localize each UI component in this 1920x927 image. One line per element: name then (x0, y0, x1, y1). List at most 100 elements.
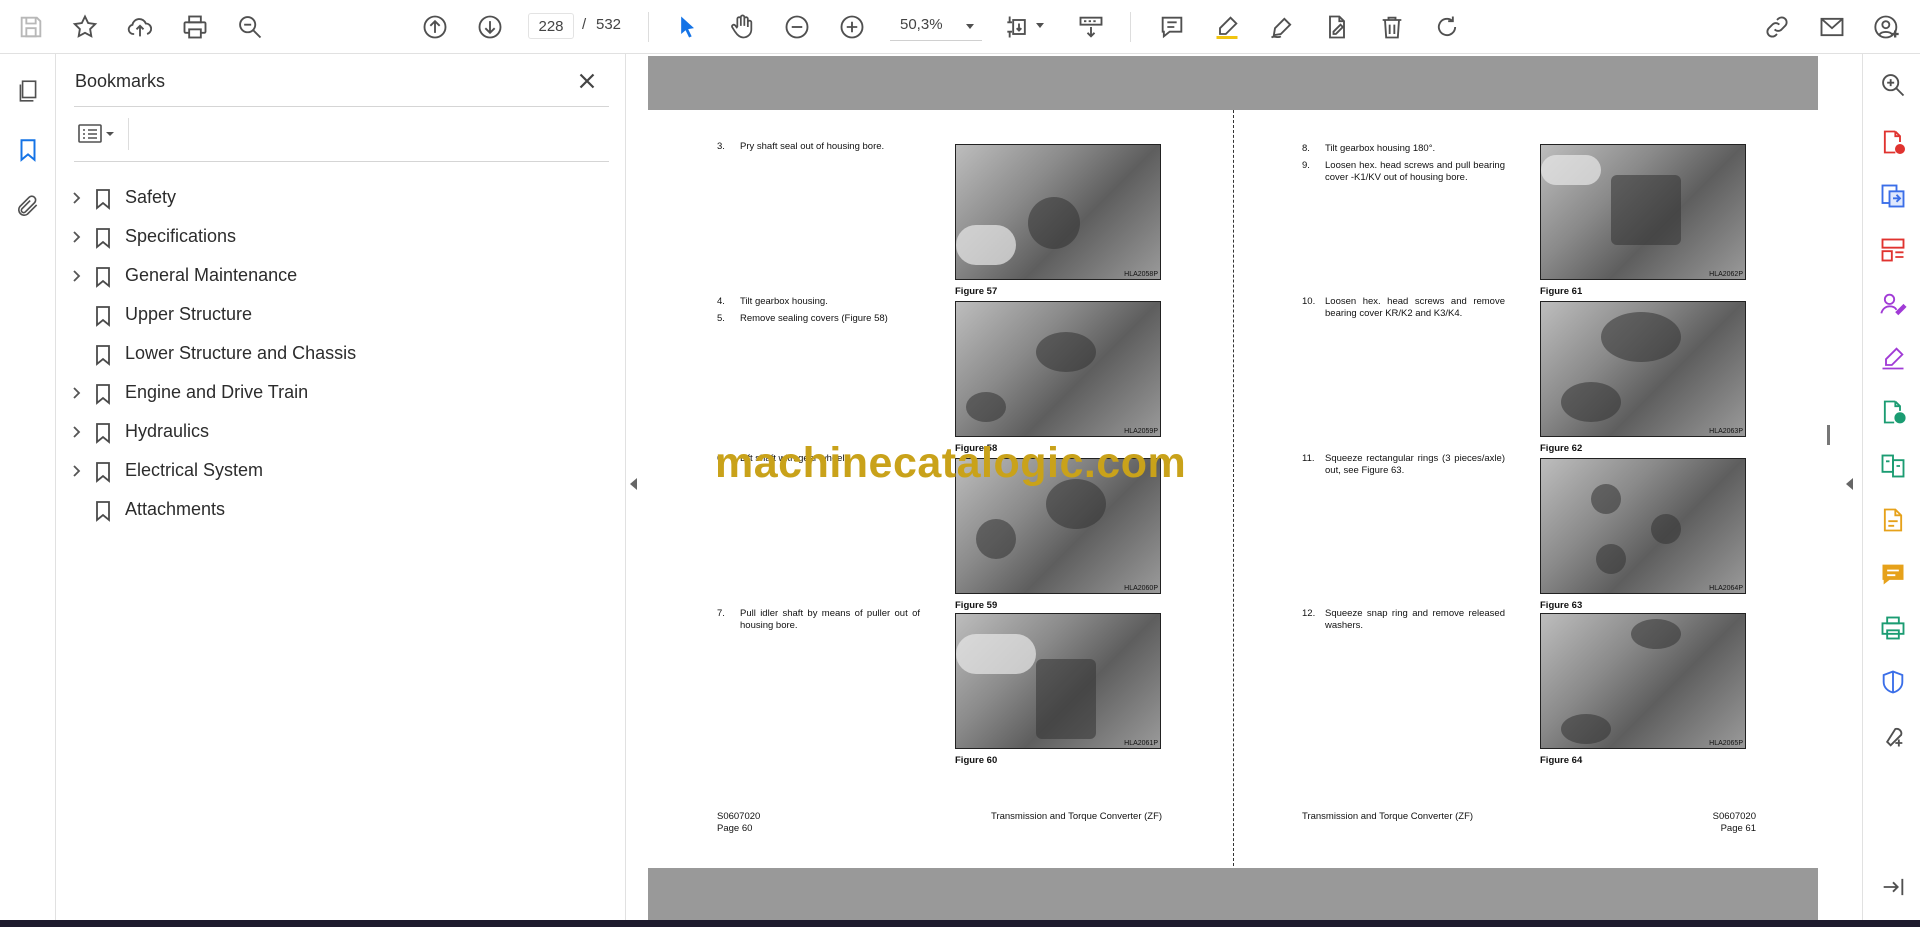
comment-icon[interactable] (1153, 8, 1191, 46)
attachments-paperclip-icon[interactable] (9, 187, 47, 225)
bookmark-icon (93, 500, 113, 522)
chevron-right-icon[interactable] (70, 425, 84, 439)
zoom-search-icon[interactable] (1878, 70, 1908, 100)
bookmark-icon (93, 383, 113, 405)
bookmark-icon (93, 227, 113, 249)
figure-caption: Figure 57 (955, 286, 998, 297)
bookmark-icon (93, 461, 113, 483)
right-tools-rail (1862, 54, 1920, 920)
comment-tool-icon[interactable] (1878, 559, 1908, 589)
scrollbar-thumb[interactable] (1827, 425, 1830, 445)
bookmark-options-button[interactable] (76, 120, 126, 148)
left-navigation-rail (0, 54, 56, 920)
hand-tool-icon[interactable] (723, 8, 761, 46)
account-icon[interactable] (1868, 8, 1906, 46)
print-production-icon[interactable] (1878, 613, 1908, 643)
save-icon[interactable] (12, 8, 50, 46)
bookmark-label: Hydraulics (125, 421, 210, 441)
email-icon[interactable] (1813, 8, 1851, 46)
zoom-in-icon[interactable] (833, 8, 871, 46)
page-separator: / (582, 16, 587, 33)
export-pdf-icon[interactable] (1878, 181, 1908, 211)
bookmark-label: Upper Structure (125, 304, 253, 324)
watermark-text: machinecatalogic.com (715, 439, 1187, 487)
taskbar-strip (0, 920, 1920, 927)
bookmark-star-icon[interactable] (66, 8, 104, 46)
bookmarks-panel-icon[interactable] (9, 131, 47, 169)
redo-icon[interactable] (1428, 8, 1466, 46)
bookmark-item[interactable]: Upper Structure (56, 297, 616, 333)
fill-and-sign-icon[interactable] (1878, 343, 1908, 373)
page-spread-divider (1233, 110, 1234, 866)
fill-sign-icon[interactable] (1318, 8, 1356, 46)
protect-shield-icon[interactable] (1878, 667, 1908, 697)
previous-page-icon[interactable] (416, 8, 454, 46)
close-icon[interactable] (574, 68, 600, 94)
upload-cloud-icon[interactable] (121, 8, 159, 46)
bookmark-item[interactable]: Electrical System (56, 453, 616, 489)
page-thumbnails-icon[interactable] (9, 72, 47, 110)
more-tools-icon[interactable] (1878, 721, 1908, 751)
bookmark-item[interactable]: Engine and Drive Train (56, 375, 616, 411)
next-page-icon[interactable] (471, 8, 509, 46)
share-link-icon[interactable] (1758, 8, 1796, 46)
request-signatures-icon[interactable] (1878, 289, 1908, 319)
toolbar-divider (1130, 12, 1131, 42)
list-options-icon (78, 124, 114, 143)
bookmark-item[interactable]: Safety (56, 180, 616, 216)
bookmark-icon (93, 266, 113, 288)
page-gutter-top (648, 56, 1818, 110)
send-for-review-icon[interactable] (1878, 397, 1908, 427)
panel-divider (74, 161, 609, 162)
bookmark-icon (93, 305, 113, 327)
bookmark-label: Lower Structure and Chassis (125, 343, 357, 363)
bookmark-item[interactable]: Attachments (56, 492, 616, 528)
chevron-right-icon[interactable] (70, 230, 84, 244)
figure-image: HLA2059P (955, 301, 1161, 437)
page-number-input[interactable]: 228 (528, 13, 574, 39)
chevron-down-icon (966, 24, 974, 29)
expand-panel-icon[interactable] (1878, 872, 1908, 902)
scroll-mode-icon[interactable] (1072, 8, 1110, 46)
chevron-right-icon[interactable] (70, 464, 84, 478)
bookmark-item[interactable]: Specifications (56, 219, 616, 255)
footer-document-number: S0607020 (717, 811, 761, 822)
zoom-dropdown[interactable]: 50,3% (890, 13, 982, 41)
bookmark-label: Engine and Drive Train (125, 382, 309, 402)
page-fit-icon[interactable] (1000, 8, 1044, 46)
footer-section-title: Transmission and Torque Converter (ZF) (1302, 811, 1474, 822)
bookmark-item[interactable]: General Maintenance (56, 258, 616, 294)
collapse-left-panel-icon[interactable] (630, 478, 637, 490)
toolbar-divider (648, 12, 649, 42)
create-pdf-icon[interactable] (1878, 127, 1908, 157)
figure-caption: Figure 64 (1540, 755, 1583, 766)
figure-image: HLA2061P (955, 613, 1161, 749)
delete-trash-icon[interactable] (1373, 8, 1411, 46)
bookmark-label: Safety (125, 187, 177, 207)
chevron-right-icon[interactable] (70, 191, 84, 205)
print-icon[interactable] (176, 8, 214, 46)
find-text-icon[interactable] (231, 8, 269, 46)
draw-pen-icon[interactable] (1263, 8, 1301, 46)
bookmark-icon (93, 422, 113, 444)
figure-caption: Figure 59 (955, 600, 998, 611)
footer-document-number: S0607020 (1712, 811, 1756, 822)
chevron-right-icon[interactable] (70, 269, 84, 283)
panel-divider (74, 106, 609, 107)
bookmark-label: Specifications (125, 226, 237, 246)
bookmark-item[interactable]: Lower Structure and Chassis (56, 336, 616, 372)
collapse-right-panel-icon[interactable] (1846, 478, 1853, 490)
bookmark-item[interactable]: Hydraulics (56, 414, 616, 450)
zoom-out-icon[interactable] (778, 8, 816, 46)
edit-pdf-icon[interactable] (1878, 505, 1908, 535)
footer-section-title: Transmission and Torque Converter (ZF) (991, 811, 1163, 822)
vertical-scrollbar[interactable] (1820, 56, 1838, 920)
highlight-pen-icon[interactable] (1208, 8, 1246, 46)
chevron-right-icon[interactable] (70, 386, 84, 400)
organize-pages-icon[interactable] (1878, 235, 1908, 265)
bookmarks-panel: Bookmarks Safety Specifications General Ma… (56, 54, 626, 920)
select-cursor-icon[interactable] (668, 8, 706, 46)
panel-divider (128, 118, 129, 150)
bookmark-label: Electrical System (125, 460, 264, 480)
compare-files-icon[interactable] (1878, 451, 1908, 481)
